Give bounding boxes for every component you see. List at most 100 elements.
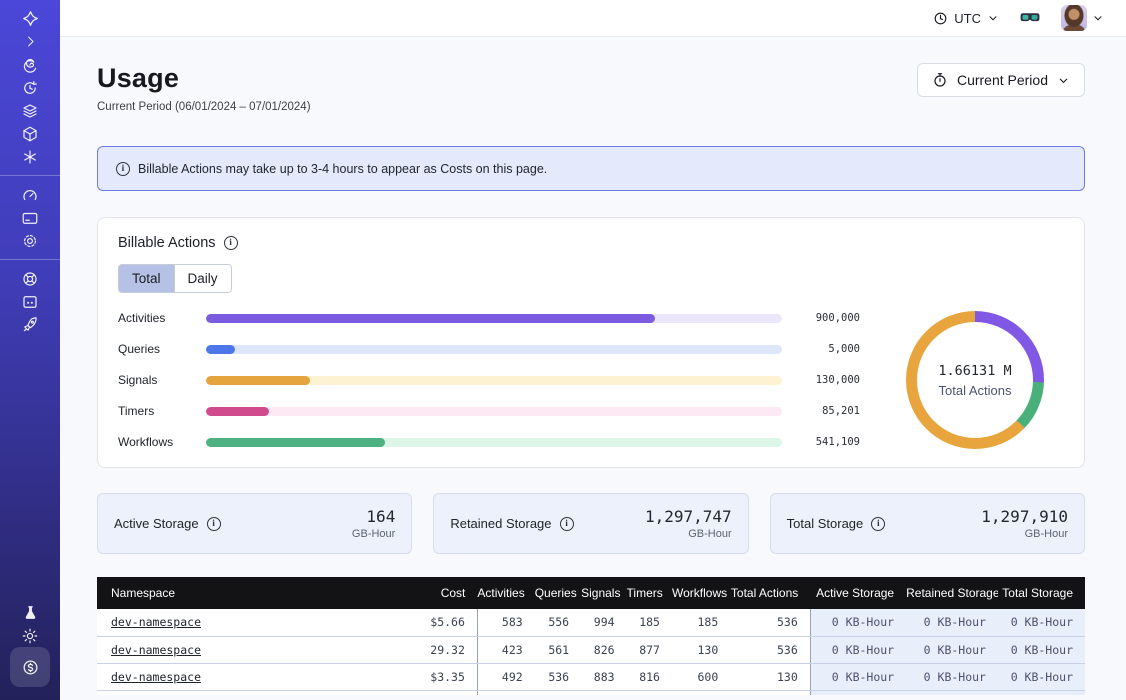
- info-icon[interactable]: i: [207, 517, 221, 531]
- bar-track: [206, 314, 782, 323]
- cell-namespace: dev-namespace: [97, 636, 379, 663]
- cell-total-storage: 0 KB-Hour: [998, 663, 1085, 690]
- bar-track: [206, 376, 782, 385]
- bar-value: 5,000: [798, 343, 860, 355]
- cell-active-storage: 0 KB-Hour: [810, 609, 906, 636]
- timezone-selector[interactable]: UTC: [933, 11, 999, 26]
- donut-center-label: Total Actions: [939, 383, 1012, 398]
- bar-fill: [206, 345, 235, 354]
- cell-queries: 556: [535, 609, 581, 636]
- layers-icon[interactable]: [12, 99, 48, 122]
- bar-value: 130,000: [798, 374, 860, 386]
- info-banner: i Billable Actions may take up to 3-4 ho…: [97, 146, 1085, 191]
- gear-icon[interactable]: [12, 229, 48, 252]
- cell-empty: [810, 690, 906, 695]
- namespace-link[interactable]: dev-namespace: [111, 670, 201, 684]
- col-timers: Timers: [627, 577, 672, 609]
- namespace-link[interactable]: dev-namespace: [111, 615, 201, 629]
- usage-bar-workflows: Workflows541,109: [118, 435, 860, 449]
- bar-fill: [206, 407, 269, 416]
- credit-card-icon[interactable]: [12, 206, 48, 229]
- terminal-icon[interactable]: [12, 290, 48, 313]
- bar-fill: [206, 438, 385, 447]
- bar-value: 85,201: [798, 405, 860, 417]
- total-storage-value: 1,297,910: [981, 507, 1068, 526]
- donut-center-value: 1.66131 M: [938, 363, 1011, 379]
- main-content: Usage Current Period (06/01/2024 – 07/01…: [60, 37, 1126, 700]
- table-body: dev-namespace$5.665835569941851855360 KB…: [97, 609, 1085, 695]
- retry-clock-icon[interactable]: [12, 76, 48, 99]
- cell-cost: 29.32: [379, 636, 478, 663]
- info-icon[interactable]: i: [560, 517, 574, 531]
- namespace-link[interactable]: dev-namespace: [111, 643, 201, 657]
- rocket-icon[interactable]: [12, 313, 48, 336]
- spiral-icon[interactable]: [12, 53, 48, 76]
- bar-fill: [206, 314, 655, 323]
- cell-total-storage: 0 KB-Hour: [998, 609, 1085, 636]
- cell-signals: 883: [581, 663, 626, 690]
- sun-icon[interactable]: [12, 624, 48, 647]
- cell-signals: 826: [581, 636, 626, 663]
- cell-retained-storage: 0 KB-Hour: [906, 609, 998, 636]
- storage-cards: Active Storage i 164 GB-Hour Retained St…: [97, 493, 1085, 554]
- lifebuoy-icon[interactable]: [12, 267, 48, 290]
- sidebar: [0, 0, 60, 700]
- goggles-icon[interactable]: [1019, 10, 1041, 26]
- sidebar-group-help: [0, 259, 60, 343]
- cell-timers: 185: [627, 609, 672, 636]
- cell-empty: [627, 690, 672, 695]
- cell-empty: [97, 690, 379, 695]
- table-row: dev-namespace$5.665835569941851855360 KB…: [97, 609, 1085, 636]
- info-icon[interactable]: i: [871, 517, 885, 531]
- table-row-partial: [97, 690, 1085, 695]
- active-storage-value: 164: [352, 507, 395, 526]
- namespace-usage-table: NamespaceCostActivitiesQueriesSignalsTim…: [97, 577, 1085, 695]
- chevron-down-icon: [1057, 74, 1070, 87]
- cell-total-actions: 130: [730, 663, 810, 690]
- tab-total[interactable]: Total: [119, 265, 174, 292]
- dollar-coin-icon[interactable]: [10, 647, 50, 687]
- profile-menu[interactable]: [1061, 5, 1104, 31]
- retained-storage-unit: GB-Hour: [645, 528, 732, 540]
- cell-empty: [477, 690, 534, 695]
- bar-value: 900,000: [798, 312, 860, 324]
- cell-empty: [906, 690, 998, 695]
- cube-icon[interactable]: [12, 122, 48, 145]
- cell-namespace: dev-namespace: [97, 663, 379, 690]
- clock-icon: [933, 11, 948, 26]
- cell-empty: [672, 690, 730, 695]
- usage-bar-timers: Timers 85,201: [118, 404, 860, 418]
- temporal-logo[interactable]: [12, 7, 48, 30]
- period-dropdown-label: Current Period: [957, 72, 1048, 88]
- cell-queries: 561: [535, 636, 581, 663]
- usage-bar-activities: Activities900,000: [118, 311, 860, 325]
- sidebar-group-bottom: [0, 594, 60, 700]
- period-dropdown-button[interactable]: Current Period: [917, 63, 1085, 97]
- cell-timers: 816: [627, 663, 672, 690]
- retained-storage-card: Retained Storage i 1,297,747 GB-Hour: [433, 493, 748, 554]
- cell-active-storage: 0 KB-Hour: [810, 663, 906, 690]
- bar-label: Timers: [118, 404, 206, 418]
- asterisk-icon[interactable]: [12, 145, 48, 168]
- cell-retained-storage: 0 KB-Hour: [906, 663, 998, 690]
- total-storage-unit: GB-Hour: [981, 528, 1068, 540]
- cell-cost: $5.66: [379, 609, 478, 636]
- flask-icon[interactable]: [12, 601, 48, 624]
- cell-queries: 536: [535, 663, 581, 690]
- bar-label: Queries: [118, 342, 206, 356]
- info-icon[interactable]: i: [224, 236, 238, 250]
- collapse-chevron-icon[interactable]: [12, 30, 48, 53]
- cell-total-actions: 536: [730, 609, 810, 636]
- billable-actions-title: Billable Actions: [118, 235, 216, 251]
- cell-empty: [535, 690, 581, 695]
- active-storage-card: Active Storage i 164 GB-Hour: [97, 493, 412, 554]
- col-namespace: Namespace: [97, 577, 379, 609]
- tab-daily[interactable]: Daily: [174, 265, 231, 292]
- cell-empty: [998, 690, 1085, 695]
- cell-retained-storage: 0 KB-Hour: [906, 636, 998, 663]
- cell-activities: 583: [477, 609, 534, 636]
- bar-label: Workflows: [118, 435, 206, 449]
- col-total-actions: Total Actions: [730, 577, 810, 609]
- sidebar-spacer: [0, 343, 60, 594]
- gauge-icon[interactable]: [12, 183, 48, 206]
